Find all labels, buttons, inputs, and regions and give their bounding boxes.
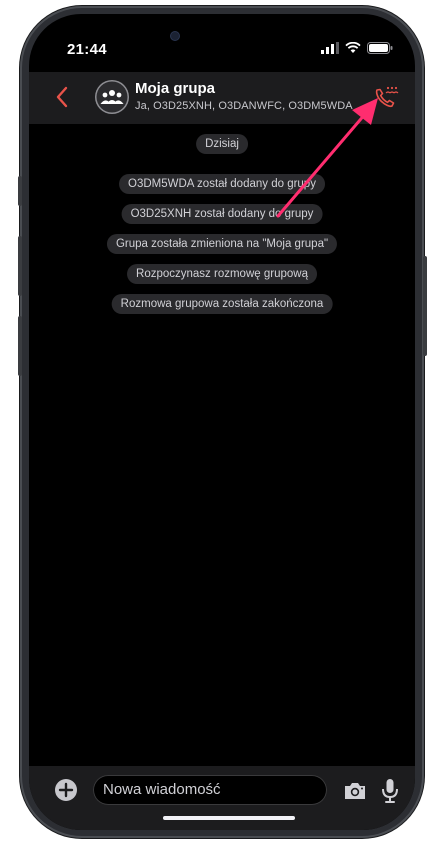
system-message: Grupa została zmieniona na "Moja grupa" — [106, 234, 338, 254]
status-icons — [321, 42, 393, 54]
plus-icon — [58, 782, 74, 798]
composer-bar: Nowa wiadomość — [29, 766, 415, 830]
back-chevron-icon[interactable] — [51, 84, 75, 110]
power-button — [423, 256, 427, 356]
battery-icon — [367, 42, 393, 54]
date-separator: Dzisiaj — [196, 134, 248, 154]
system-message: Rozmowa grupowa została zakończona — [111, 294, 333, 314]
volume-up-button — [18, 236, 22, 296]
microphone-icon[interactable] — [381, 778, 399, 804]
chat-members: Ja, O3D25XNH, O3DANWFC, O3DM5WDA — [135, 100, 353, 112]
dynamic-island — [151, 14, 303, 58]
volume-down-button — [18, 316, 22, 376]
system-message: O3DM5WDA został dodany do grupy — [119, 174, 325, 194]
group-avatar[interactable] — [95, 80, 129, 114]
wifi-icon — [345, 42, 361, 53]
camera-icon[interactable] — [343, 781, 367, 801]
chat-header: Moja grupa Ja, O3D25XNH, O3DANWFC, O3DM5… — [29, 72, 415, 124]
group-call-icon[interactable] — [371, 84, 399, 112]
system-message: O3D25XNH został dodany do grupy — [121, 204, 323, 224]
status-time: 21:44 — [67, 41, 107, 58]
system-message: Rozpoczynasz rozmowę grupową — [127, 264, 317, 284]
screen: 21:44 Moja grupa Ja, O3D25XNH, O3DANWFC,… — [29, 14, 415, 830]
signal-icon — [321, 42, 339, 54]
front-camera — [171, 32, 179, 40]
mute-switch — [18, 176, 22, 206]
home-indicator — [163, 816, 295, 820]
group-avatar-icon — [100, 90, 124, 104]
chat-title[interactable]: Moja grupa — [135, 80, 215, 97]
add-attachment-button[interactable] — [55, 779, 77, 801]
message-input[interactable]: Nowa wiadomość — [93, 775, 327, 805]
